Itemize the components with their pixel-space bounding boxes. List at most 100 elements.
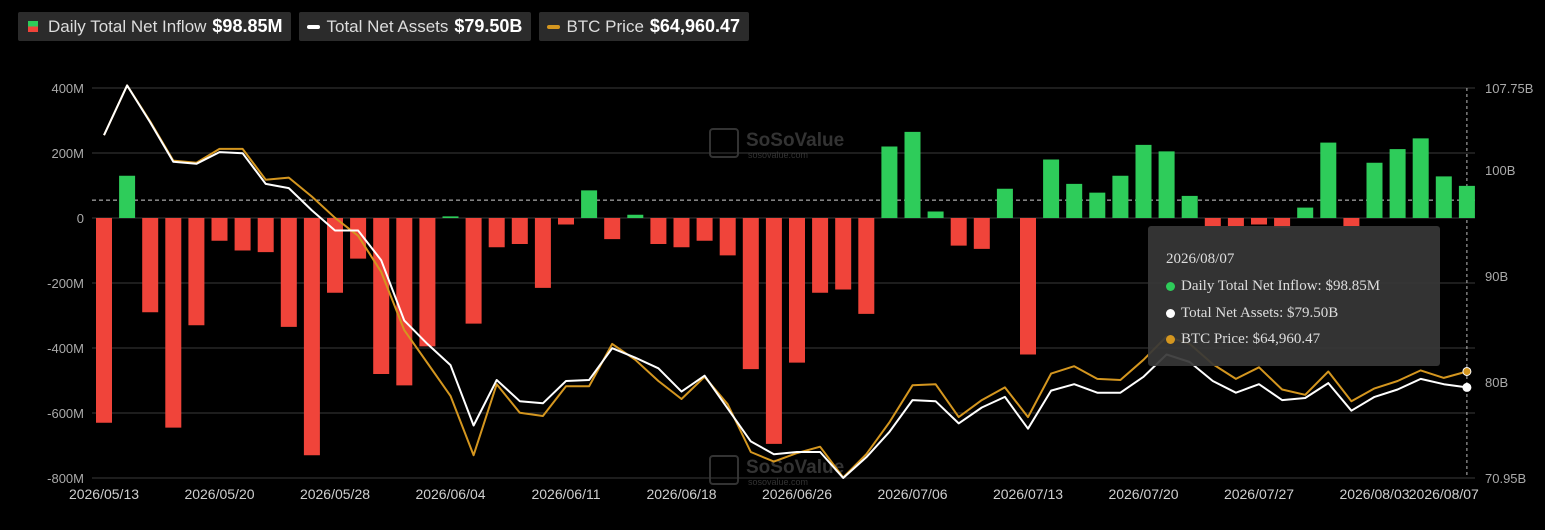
inflow-bar [96, 218, 112, 423]
net-assets-line-end-point [1462, 382, 1472, 392]
inflow-bar [488, 218, 505, 248]
x-tick-label: 2026/05/20 [184, 486, 254, 502]
inflow-bar [812, 218, 829, 293]
x-tick-label: 2026/07/06 [877, 486, 947, 502]
inflow-bar [280, 218, 297, 327]
inflow-bar [996, 188, 1013, 218]
x-tick-label: 2026/07/13 [993, 486, 1063, 502]
inflow-bar [1112, 175, 1129, 218]
y-tick-label: -200M [47, 276, 84, 291]
x-tick-label: 2026/08/07 [1409, 486, 1479, 502]
inflow-bar [257, 218, 274, 253]
inflow-bar [881, 146, 898, 218]
inflow-bar [1089, 192, 1106, 218]
inflow-bar [165, 218, 182, 428]
inflow-bar [188, 218, 205, 326]
tooltip-row-inflow: Daily Total Net Inflow: $98.85M [1166, 278, 1380, 295]
y2-tick-label: 70.95B [1485, 471, 1526, 486]
legend-inflow-label: Daily Total Net Inflow [48, 16, 207, 36]
inflow-bar [1435, 176, 1452, 218]
inflow-bar [1320, 142, 1337, 218]
inflow-bar [581, 190, 598, 218]
inflow-bar [419, 218, 436, 347]
y2-tick-label: 100B [1485, 163, 1515, 178]
x-tick-label: 2026/07/20 [1108, 486, 1178, 502]
inflow-bar [604, 218, 621, 240]
inflow-bar [1204, 218, 1221, 227]
inflow-bar [650, 218, 667, 244]
green-dot-icon [1166, 282, 1175, 291]
tooltip-row-assets: Total Net Assets: $79.50B [1166, 305, 1338, 322]
watermark-logo-icon [709, 455, 739, 485]
x-tick-label: 2026/08/03 [1339, 486, 1409, 502]
legend-item-inflow[interactable]: Daily Total Net Inflow $98.85M [18, 12, 292, 41]
btc-price-line-end-point [1462, 366, 1472, 376]
x-tick-label: 2026/06/26 [762, 486, 832, 502]
y-tick-label: -600M [47, 406, 84, 421]
tooltip-btc-text: BTC Price: $64,960.47 [1181, 331, 1321, 347]
assets-swatch-icon [307, 24, 321, 29]
tooltip-row-btc: BTC Price: $64,960.47 [1166, 331, 1320, 348]
inflow-bar [442, 216, 459, 218]
white-dot-icon [1166, 309, 1175, 318]
legend-assets-label: Total Net Assets [326, 16, 449, 36]
inflow-bar [558, 218, 574, 225]
inflow-bar [835, 218, 852, 290]
inflow-bar [973, 218, 990, 249]
legend-btc-value: $64,960.47 [649, 16, 740, 36]
y2-tick-label: 80B [1485, 375, 1508, 390]
x-tick-label: 2026/06/18 [646, 486, 716, 502]
inflow-bar [1343, 218, 1360, 227]
chart-legend: Daily Total Net Inflow $98.85M Total Net… [18, 12, 749, 41]
y-tick-label: 0 [77, 211, 84, 226]
inflow-bar [1458, 185, 1475, 218]
tooltip-date: 2026/08/07 [1166, 251, 1235, 267]
x-tick-label: 2026/06/04 [415, 486, 485, 502]
inflow-bar [950, 218, 967, 246]
inflow-bar [1043, 159, 1060, 218]
inflow-bar [789, 218, 805, 363]
inflow-bar [1412, 138, 1429, 218]
tooltip-assets-text: Total Net Assets: $79.50B [1181, 305, 1339, 321]
x-tick-label: 2026/05/13 [69, 486, 139, 502]
inflow-bar [1135, 144, 1152, 218]
legend-item-assets[interactable]: Total Net Assets $79.50B [299, 12, 532, 41]
inflow-bar [119, 175, 136, 218]
inflow-bar [142, 218, 159, 313]
y-tick-label: 400M [51, 81, 84, 96]
legend-assets-value: $79.50B [454, 16, 523, 36]
inflow-bar [1251, 218, 1267, 225]
inflow-bar [1366, 162, 1383, 218]
watermark-name: SoSoValue [746, 130, 844, 151]
inflow-bar [904, 131, 921, 218]
inflow-swatch-icon [28, 21, 38, 32]
inflow-bar [1227, 218, 1244, 227]
inflow-bar [465, 218, 482, 324]
legend-item-btc[interactable]: BTC Price $64,960.47 [539, 12, 749, 41]
btc-swatch-icon [547, 24, 561, 29]
watermark-url: sosovalue.com [748, 150, 808, 160]
inflow-bar [696, 218, 713, 241]
inflow-bar [1158, 151, 1175, 218]
legend-btc-label: BTC Price [566, 16, 644, 36]
x-tick-label: 2026/07/27 [1224, 486, 1294, 502]
inflow-bar [1066, 183, 1083, 218]
inflow-bar [627, 214, 644, 218]
inflow-bar [1297, 207, 1314, 218]
tooltip-inflow-text: Daily Total Net Inflow: $98.85M [1181, 278, 1381, 294]
x-tick-label: 2026/06/11 [531, 486, 600, 502]
inflow-bar [1389, 149, 1406, 218]
inflow-bar [719, 218, 736, 256]
inflow-bar [1020, 218, 1036, 355]
inflow-bar [858, 218, 875, 314]
inflow-bar [765, 218, 782, 444]
y-tick-label: 200M [51, 146, 84, 161]
inflow-bar [211, 218, 228, 241]
inflow-bar [1181, 195, 1198, 218]
inflow-bar [534, 218, 551, 288]
inflow-bar [927, 211, 944, 218]
inflow-bar [396, 218, 413, 386]
inflow-bar [234, 218, 251, 251]
y2-tick-label: 107.75B [1485, 81, 1533, 96]
inflow-bar [673, 218, 690, 248]
